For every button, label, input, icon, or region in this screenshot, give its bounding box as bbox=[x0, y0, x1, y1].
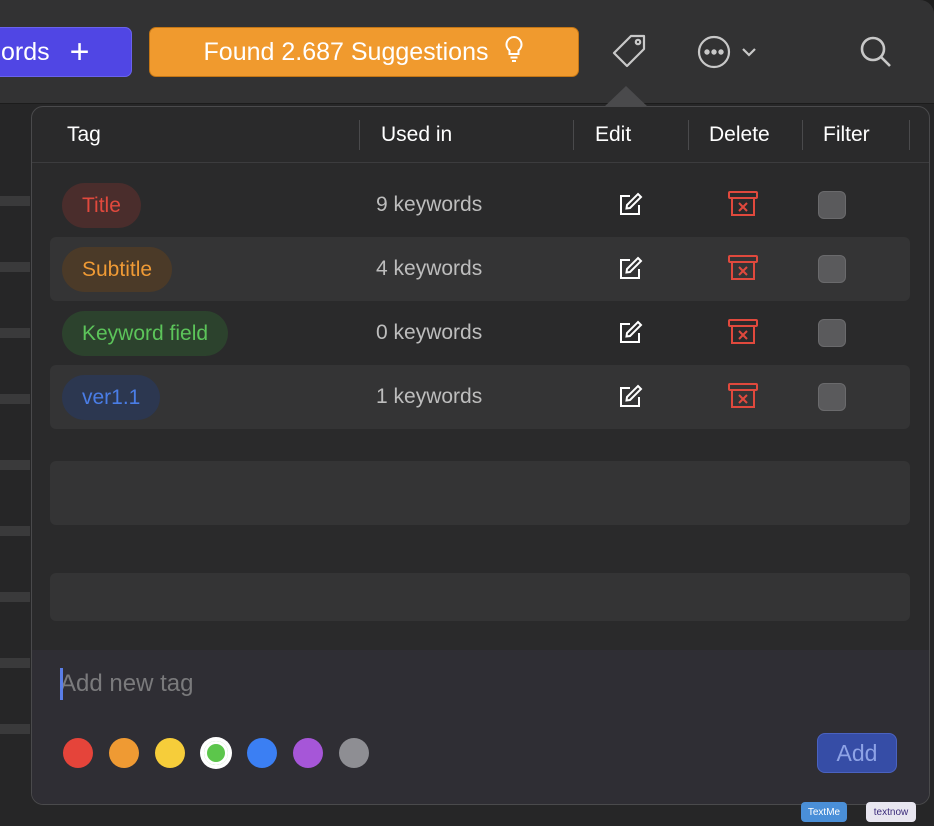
color-swatch[interactable] bbox=[63, 738, 93, 768]
filter-checkbox[interactable] bbox=[818, 383, 846, 411]
color-swatch[interactable] bbox=[155, 738, 185, 768]
tags-popover: Tag Used in Edit Delete Filter Title 9 ke… bbox=[31, 106, 930, 805]
add-keywords-button[interactable]: ords + bbox=[0, 27, 132, 77]
color-swatch[interactable] bbox=[339, 738, 369, 768]
empty-row bbox=[50, 461, 910, 525]
filter-checkbox[interactable] bbox=[818, 319, 846, 347]
delete-icon[interactable] bbox=[726, 381, 760, 411]
color-swatch[interactable] bbox=[201, 738, 231, 768]
app-window: ords + Found 2.687 Suggestions Tag Used … bbox=[0, 0, 934, 826]
textnow-dock-icon[interactable]: textnow bbox=[866, 802, 916, 822]
tag-pill: ver1.1 bbox=[62, 375, 161, 420]
tag-pill: Title bbox=[62, 183, 141, 228]
suggestions-button[interactable]: Found 2.687 Suggestions bbox=[149, 27, 579, 77]
background-list bbox=[0, 104, 32, 826]
delete-icon[interactable] bbox=[726, 253, 760, 283]
filter-checkbox[interactable] bbox=[818, 191, 846, 219]
table-row[interactable]: ver1.1 1 keywords bbox=[50, 365, 910, 429]
edit-icon[interactable] bbox=[616, 383, 644, 411]
text-caret bbox=[60, 668, 63, 700]
new-tag-input[interactable] bbox=[60, 665, 880, 703]
table-header: Tag Used in Edit Delete Filter bbox=[32, 107, 929, 163]
textme-label: TextMe bbox=[807, 806, 841, 818]
delete-icon[interactable] bbox=[726, 189, 760, 219]
table-row[interactable]: Subtitle 4 keywords bbox=[50, 237, 910, 301]
header-edit: Edit bbox=[595, 123, 632, 146]
textme-dock-icon[interactable]: TextMe bbox=[801, 802, 847, 822]
used-in-count: 1 keywords bbox=[376, 385, 483, 408]
add-keywords-label: ords bbox=[1, 37, 50, 66]
used-in-count: 0 keywords bbox=[376, 321, 483, 344]
search-icon[interactable] bbox=[854, 30, 898, 74]
new-tag-panel: Add bbox=[32, 650, 929, 804]
edit-icon[interactable] bbox=[616, 319, 644, 347]
plus-icon: + bbox=[69, 33, 90, 71]
delete-icon[interactable] bbox=[726, 317, 760, 347]
toolbar: ords + Found 2.687 Suggestions bbox=[0, 0, 934, 104]
lightbulb-icon bbox=[504, 35, 524, 70]
used-in-count: 9 keywords bbox=[376, 193, 483, 216]
more-options-icon[interactable] bbox=[692, 30, 736, 74]
table-row[interactable]: Keyword field 0 keywords bbox=[50, 301, 910, 365]
header-used-in[interactable]: Used in bbox=[381, 107, 452, 163]
header-filter: Filter bbox=[823, 123, 870, 146]
header-delete: Delete bbox=[709, 123, 770, 146]
tag-icon[interactable] bbox=[608, 30, 652, 74]
textnow-label: textnow bbox=[873, 806, 909, 818]
color-swatch[interactable] bbox=[247, 738, 277, 768]
header-tag[interactable]: Tag bbox=[67, 107, 101, 163]
color-swatch[interactable] bbox=[109, 738, 139, 768]
chevron-down-icon[interactable] bbox=[734, 30, 764, 74]
popover-arrow bbox=[604, 86, 648, 107]
add-tag-button[interactable]: Add bbox=[817, 733, 897, 773]
tag-pill: Subtitle bbox=[62, 247, 173, 292]
empty-row bbox=[50, 573, 910, 621]
filter-checkbox[interactable] bbox=[818, 255, 846, 283]
used-in-count: 4 keywords bbox=[376, 257, 483, 280]
color-swatch[interactable] bbox=[293, 738, 323, 768]
suggestions-label: Found 2.687 Suggestions bbox=[203, 37, 489, 66]
tag-pill: Keyword field bbox=[62, 311, 229, 356]
edit-icon[interactable] bbox=[616, 191, 644, 219]
table-row[interactable]: Title 9 keywords bbox=[50, 173, 910, 237]
edit-icon[interactable] bbox=[616, 255, 644, 283]
